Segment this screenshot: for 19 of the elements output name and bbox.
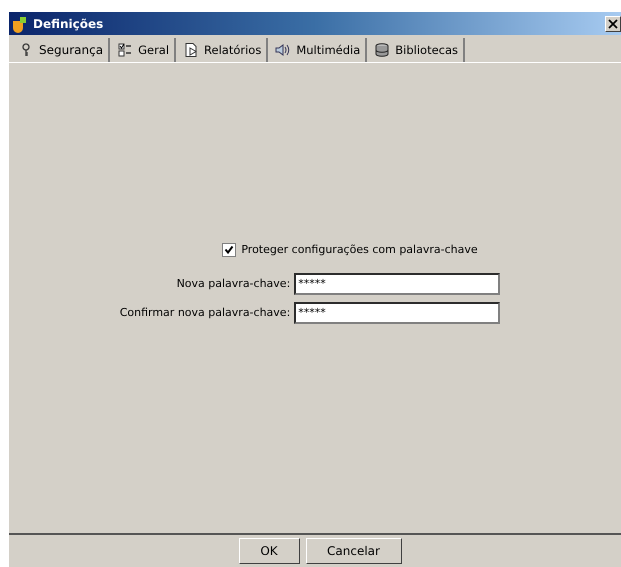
tab[interactable]: Bibliotecas (369, 38, 466, 62)
tab[interactable]: Multimédia (270, 38, 368, 62)
checkbox[interactable] (222, 242, 236, 256)
dialog-button[interactable]: Cancelar (306, 538, 402, 564)
checklist-icon (117, 42, 134, 58)
tab[interactable]: Relatórios (178, 38, 268, 62)
password-field[interactable]: ***** (294, 302, 500, 324)
checkbox-label: Proteger configurações com palavra-chave (241, 243, 478, 256)
close-icon[interactable] (605, 16, 621, 32)
speaker-icon (275, 42, 292, 58)
window-title: Definições (33, 16, 104, 30)
password-field[interactable]: ***** (294, 272, 500, 294)
dialog-button[interactable]: OK (238, 538, 300, 564)
database-icon (374, 42, 390, 58)
field-label: Nova palavra-chave: (176, 277, 290, 290)
tab[interactable]: Geral (112, 38, 176, 62)
document-icon (183, 42, 200, 58)
field-label: Confirmar nova palavra-chave: (120, 306, 290, 319)
app-icon (11, 14, 29, 32)
